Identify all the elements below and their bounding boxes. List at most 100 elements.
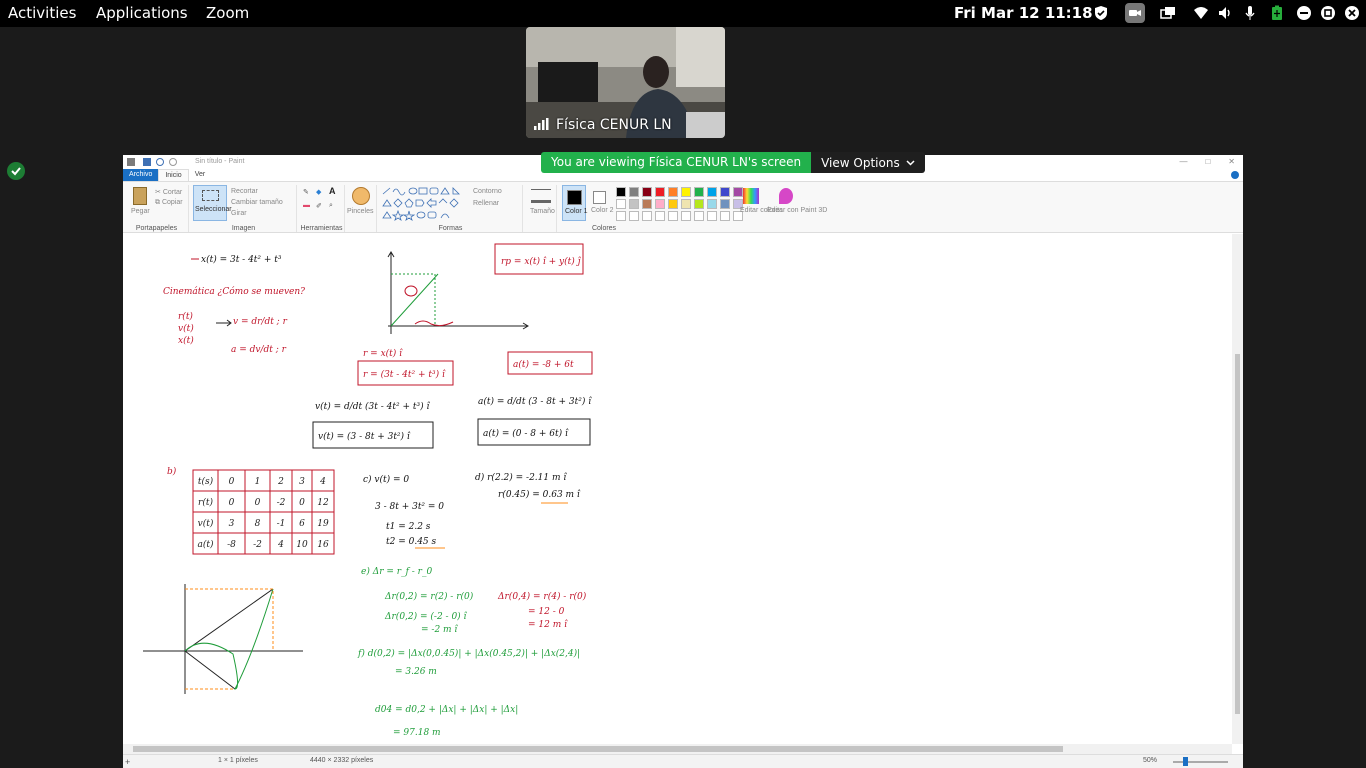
horizontal-scroll-thumb[interactable] bbox=[133, 746, 1063, 752]
security-shield-icon[interactable] bbox=[7, 162, 25, 180]
battery-icon[interactable] bbox=[1269, 5, 1285, 21]
color2-button[interactable]: Color 2 bbox=[589, 185, 614, 221]
edit-colors-icon[interactable] bbox=[743, 188, 759, 204]
wifi-icon[interactable] bbox=[1193, 5, 1209, 21]
palette-swatch-empty[interactable] bbox=[668, 211, 678, 221]
part-b-label: b) bbox=[167, 466, 177, 477]
applications-menu[interactable]: Applications bbox=[96, 4, 188, 22]
palette-swatch[interactable] bbox=[720, 199, 730, 209]
palette-swatch-empty[interactable] bbox=[707, 211, 717, 221]
palette-swatch-empty[interactable] bbox=[616, 211, 626, 221]
cut-button[interactable]: ✂ Cortar bbox=[155, 188, 182, 196]
palette-swatch[interactable] bbox=[694, 187, 704, 197]
size-icon[interactable] bbox=[531, 189, 551, 203]
eraser-icon[interactable]: ▬ bbox=[303, 202, 310, 209]
palette-swatch-empty[interactable] bbox=[655, 211, 665, 221]
paste-label[interactable]: Pegar bbox=[131, 208, 150, 215]
palette-swatch[interactable] bbox=[655, 187, 665, 197]
copy-button[interactable]: ⧉ Copiar bbox=[155, 199, 183, 207]
pencil-icon[interactable]: ✎ bbox=[303, 188, 309, 196]
tab-inicio[interactable]: Inicio bbox=[158, 169, 189, 181]
clipboard-label: Portapapeles bbox=[135, 225, 178, 232]
palette-swatch[interactable] bbox=[707, 199, 717, 209]
minimize-icon[interactable] bbox=[1296, 5, 1312, 21]
select-button[interactable]: Seleccionar bbox=[193, 185, 232, 221]
image-size-label: 4440 × 2332 píxeles bbox=[310, 757, 374, 764]
palette-swatch[interactable] bbox=[668, 187, 678, 197]
vertical-scrollbar[interactable] bbox=[1232, 234, 1243, 744]
palette-swatch-empty[interactable] bbox=[681, 211, 691, 221]
acceleration-definition: a = dv/dt ; r bbox=[231, 345, 287, 355]
brush-icon[interactable] bbox=[352, 187, 370, 205]
e-equation-3: Δr(0,2) = (-2 - 0) î bbox=[384, 611, 468, 622]
palette-swatch[interactable] bbox=[707, 187, 717, 197]
maximize-icon[interactable] bbox=[1320, 5, 1336, 21]
drawing-canvas[interactable]: x(t) = 3t - 4t² + t³ Cinemática ¿Cómo se… bbox=[123, 234, 1232, 744]
brushes-group: Pinceles bbox=[347, 185, 377, 232]
fill-icon[interactable]: ◆ bbox=[316, 188, 321, 196]
r-xi-equation: r = x(t) î bbox=[363, 348, 403, 359]
view-options-button[interactable]: View Options bbox=[811, 152, 925, 173]
brushes-label[interactable]: Pinceles bbox=[347, 208, 373, 215]
table-cell: r(t) bbox=[198, 497, 213, 508]
colors-label: Colores bbox=[591, 225, 617, 232]
add-icon[interactable]: + bbox=[125, 757, 130, 767]
vertical-scroll-thumb[interactable] bbox=[1235, 354, 1240, 714]
palette-swatch[interactable] bbox=[629, 199, 639, 209]
palette-swatch[interactable] bbox=[681, 199, 691, 209]
paste-icon[interactable] bbox=[133, 187, 147, 205]
tab-archivo[interactable]: Archivo bbox=[123, 169, 159, 181]
minimize-icon[interactable]: — bbox=[1179, 157, 1187, 166]
participant-video[interactable]: Física CENUR LN bbox=[526, 27, 725, 138]
activities-button[interactable]: Activities bbox=[8, 4, 76, 22]
window-switch-icon[interactable] bbox=[1160, 5, 1176, 21]
clock[interactable]: Fri Mar 12 11:18 bbox=[954, 4, 1093, 22]
palette-swatch[interactable] bbox=[694, 199, 704, 209]
fill-dropdown[interactable]: Rellenar bbox=[473, 200, 499, 207]
palette-swatch-empty[interactable] bbox=[694, 211, 704, 221]
redo-icon[interactable] bbox=[169, 158, 177, 166]
palette-swatch[interactable] bbox=[642, 187, 652, 197]
palette-swatch[interactable] bbox=[733, 187, 743, 197]
palette-swatch[interactable] bbox=[720, 187, 730, 197]
shield-icon[interactable] bbox=[1093, 5, 1109, 21]
undo-icon[interactable] bbox=[156, 158, 164, 166]
close-icon[interactable]: ✕ bbox=[1228, 157, 1235, 166]
zoom-app-menu[interactable]: Zoom bbox=[206, 4, 249, 22]
palette-swatch[interactable] bbox=[616, 199, 626, 209]
palette-swatch[interactable] bbox=[668, 199, 678, 209]
palette-swatch[interactable] bbox=[655, 199, 665, 209]
color1-button[interactable]: Color 1 bbox=[562, 185, 588, 221]
shapes-gallery[interactable] bbox=[381, 186, 465, 222]
palette-swatch-empty[interactable] bbox=[720, 211, 730, 221]
outline-dropdown[interactable]: Contorno bbox=[473, 188, 502, 195]
magnifier-icon[interactable]: ⌕ bbox=[329, 202, 333, 210]
zoom-camera-icon[interactable] bbox=[1125, 3, 1145, 23]
volume-icon[interactable] bbox=[1217, 5, 1233, 21]
palette-swatch[interactable] bbox=[681, 187, 691, 197]
horizontal-scrollbar[interactable] bbox=[123, 744, 1232, 754]
paint3d-icon[interactable] bbox=[779, 188, 793, 204]
palette-swatch[interactable] bbox=[616, 187, 626, 197]
microphone-icon[interactable] bbox=[1242, 5, 1258, 21]
rotate-button[interactable]: Girar bbox=[231, 210, 247, 217]
palette-swatch[interactable] bbox=[629, 187, 639, 197]
text-tool-icon[interactable]: A bbox=[329, 186, 336, 196]
paint3d-label[interactable]: Editar con Paint 3D bbox=[767, 207, 827, 214]
zoom-slider-track[interactable] bbox=[1173, 761, 1228, 763]
zoom-slider-knob[interactable] bbox=[1183, 757, 1188, 766]
crop-button[interactable]: Recortar bbox=[231, 188, 258, 195]
palette-swatch-empty[interactable] bbox=[629, 211, 639, 221]
help-icon[interactable] bbox=[1231, 171, 1239, 179]
resize-button[interactable]: Cambiar tamaño bbox=[231, 199, 283, 206]
palette-swatch-empty[interactable] bbox=[642, 211, 652, 221]
tab-ver[interactable]: Ver bbox=[189, 169, 212, 181]
color-picker-icon[interactable]: ✐ bbox=[316, 202, 322, 210]
implies-arrow bbox=[216, 319, 232, 327]
close-icon[interactable] bbox=[1344, 5, 1360, 21]
size-label[interactable]: Tamaño bbox=[530, 208, 555, 215]
save-icon[interactable] bbox=[143, 158, 151, 166]
table-cell: t(s) bbox=[198, 476, 214, 487]
maximize-icon[interactable]: □ bbox=[1205, 157, 1210, 166]
palette-swatch[interactable] bbox=[642, 199, 652, 209]
